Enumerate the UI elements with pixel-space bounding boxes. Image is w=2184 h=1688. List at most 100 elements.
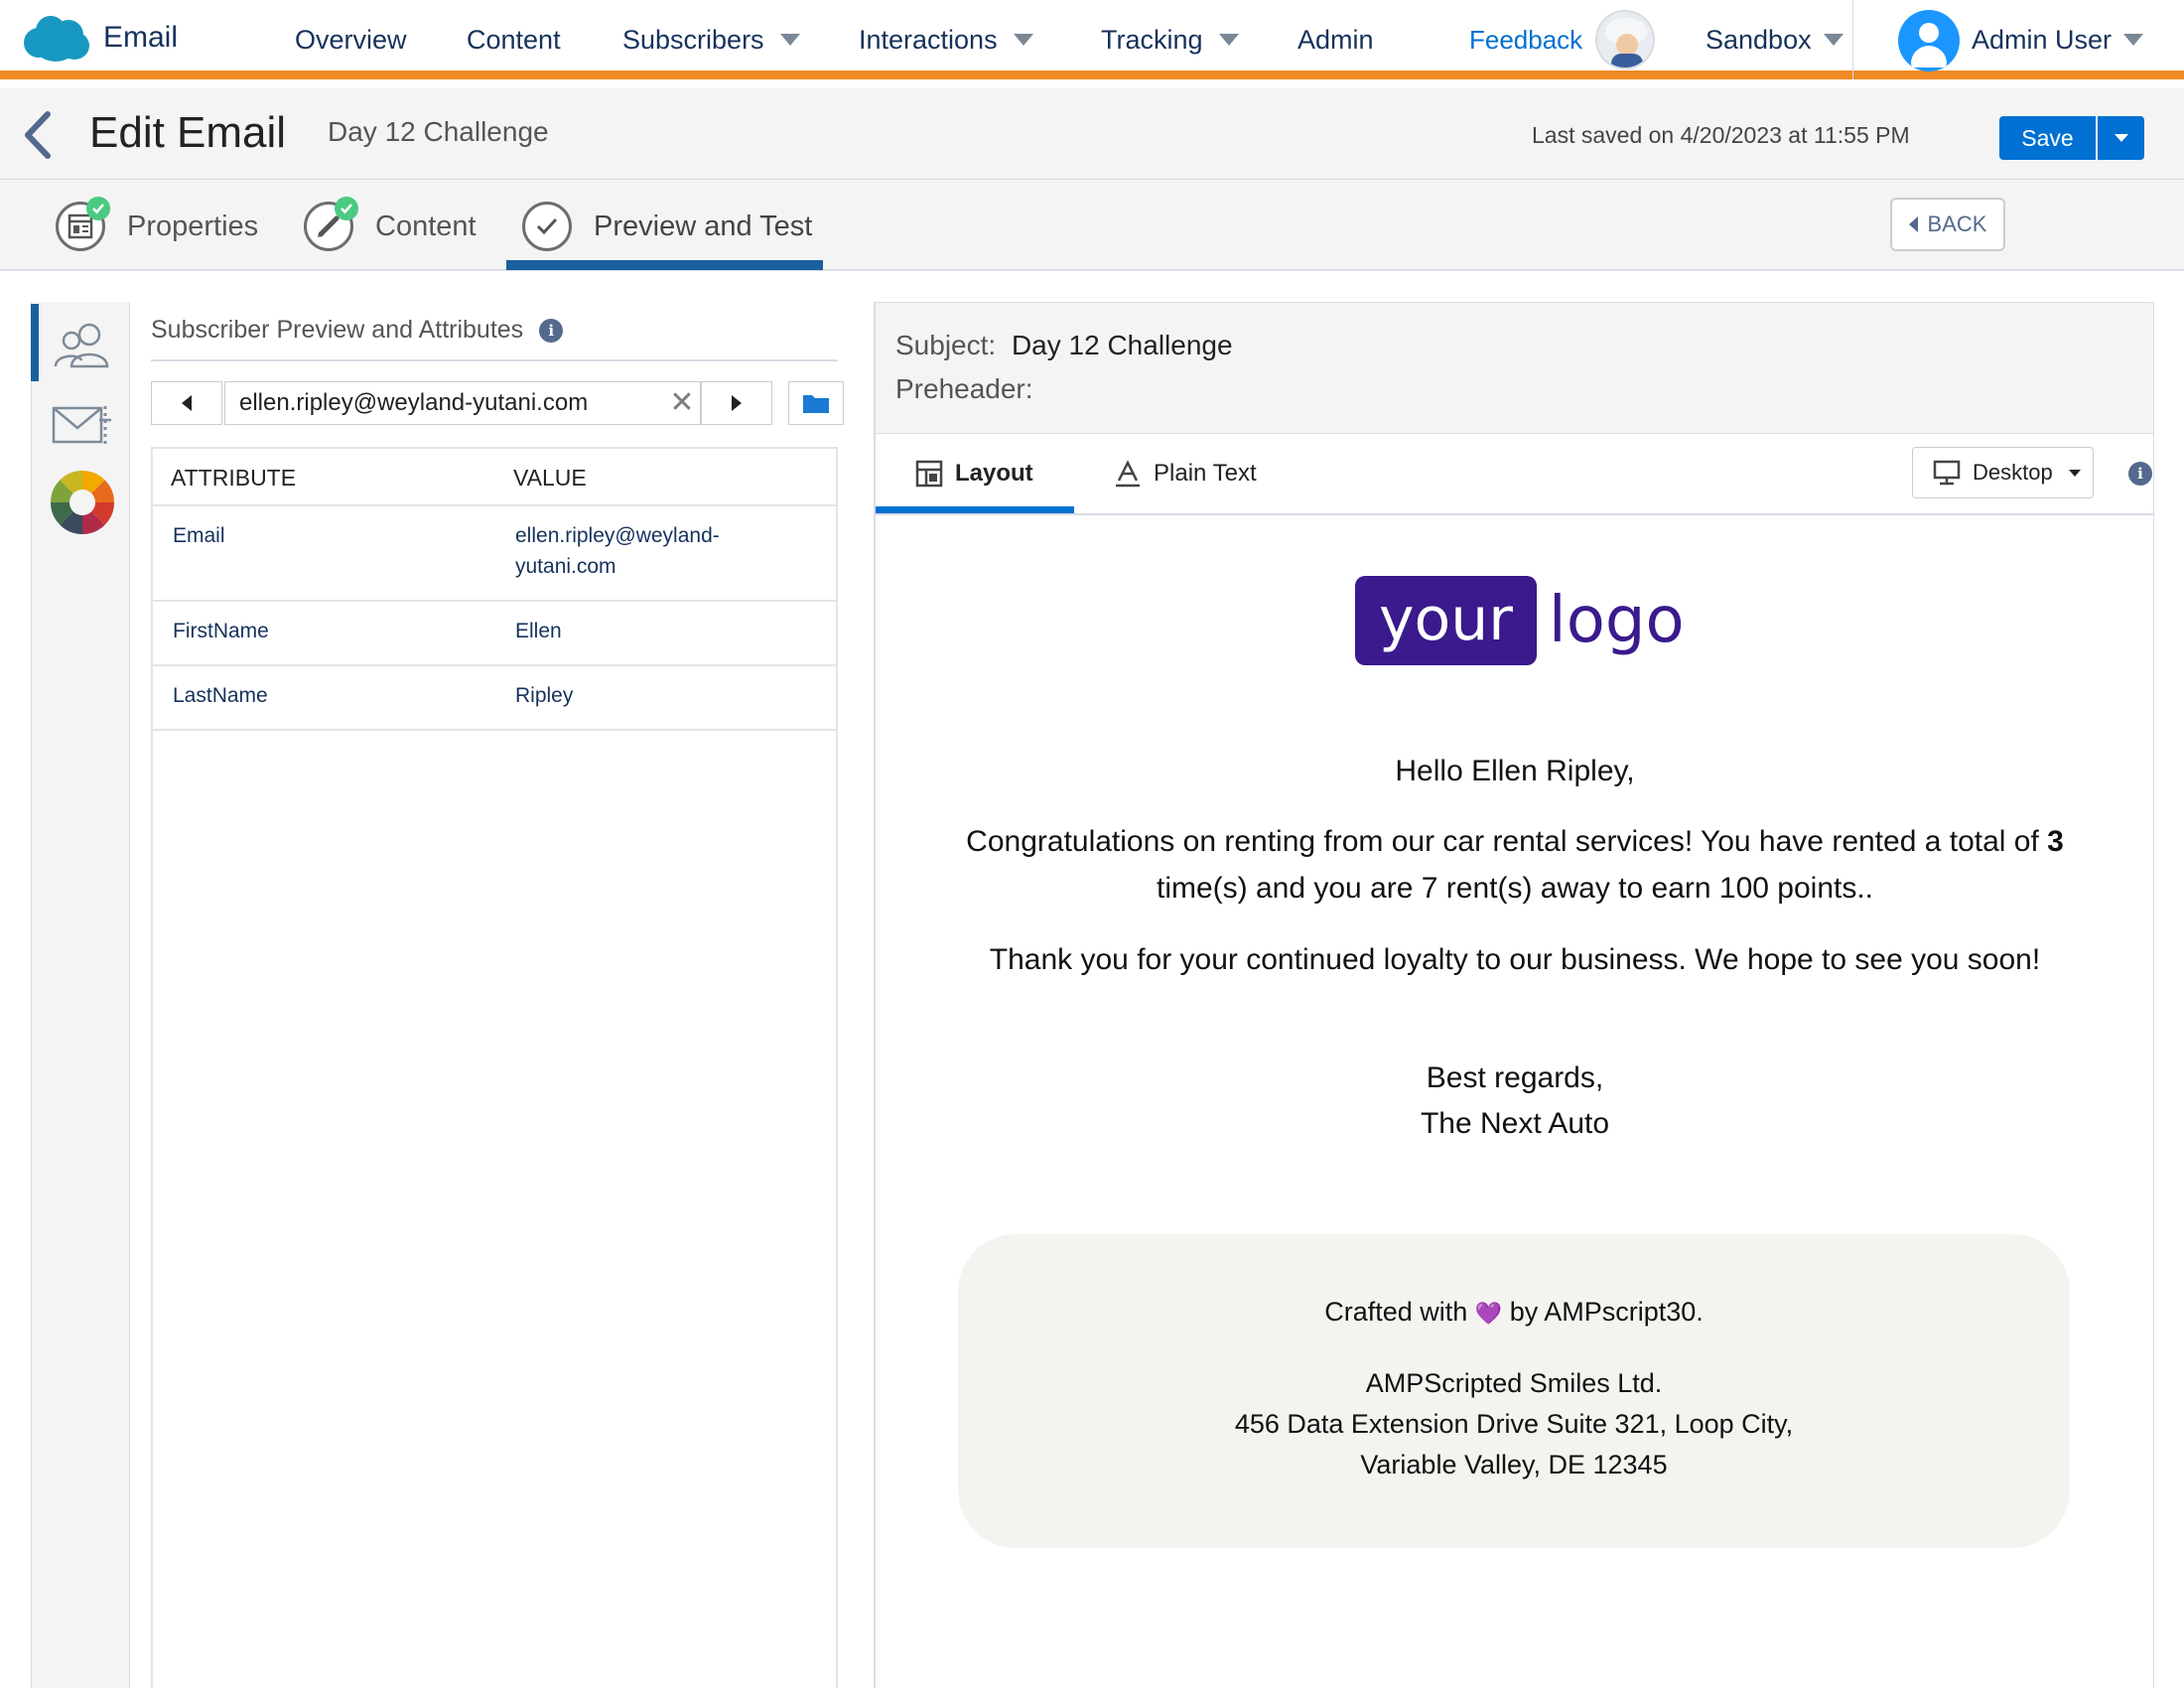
nav-subscribers-label: Subscribers	[622, 24, 764, 55]
email-paragraph-1: Congratulations on renting from our car …	[965, 818, 2065, 912]
email-test-icon[interactable]	[48, 393, 117, 457]
tab-properties-label: Properties	[127, 210, 259, 242]
back-chevron-icon[interactable]	[18, 110, 58, 160]
email-preview: your logo Hello Ellen Ripley, Congratula…	[876, 515, 2154, 1688]
business-unit-label: Sandbox	[1706, 24, 1812, 55]
nav-divider	[1852, 0, 1853, 79]
caret-left-icon	[182, 395, 192, 411]
check-icon	[86, 197, 110, 220]
chevron-down-icon	[1823, 34, 1843, 46]
device-select[interactable]: Desktop	[1912, 447, 2094, 498]
table-row: FirstName Ellen	[153, 602, 836, 666]
tab-properties[interactable]: Properties	[56, 197, 259, 252]
desktop-icon	[1933, 460, 1961, 486]
footer-address-line-1: 456 Data Extension Drive Suite 321, Loop…	[1234, 1409, 1794, 1439]
nav-subscribers[interactable]: Subscribers	[622, 22, 800, 58]
save-options-button[interactable]	[2098, 116, 2144, 160]
table-row: Email ellen.ripley@weyland-yutani.com	[153, 506, 836, 602]
attribute-name: Email	[173, 524, 225, 547]
nav-admin-label: Admin	[1297, 24, 1374, 55]
info-icon[interactable]: i	[539, 318, 564, 343]
chevron-down-icon	[779, 34, 800, 46]
subscriber-search-input[interactable]	[224, 381, 701, 425]
email-footer: Crafted with 💜 by AMPscript30. AMPScript…	[958, 1234, 2070, 1548]
page-title: Edit Email	[89, 108, 287, 157]
logo-text: logo	[1548, 584, 1685, 657]
step-tabs: Properties Content Preview and Test BACK	[0, 181, 2184, 271]
chevron-down-icon	[1013, 34, 1033, 46]
email-name: Day 12 Challenge	[328, 116, 549, 147]
footer-address-line-2: Variable Valley, DE 12345	[1360, 1450, 1668, 1479]
previous-subscriber-button[interactable]	[151, 381, 222, 425]
panel-divider	[151, 359, 838, 361]
clear-icon[interactable]: ✕	[669, 387, 695, 419]
feedback-link[interactable]: Feedback	[1469, 22, 1582, 58]
email-signature: The Next Auto	[1420, 1107, 1610, 1140]
paragraph-1-end: time(s) and you are 7 rent(s) away to ea…	[1156, 872, 1874, 905]
info-icon[interactable]: i	[2128, 462, 2152, 486]
user-menu[interactable]: Admin User	[1972, 22, 2144, 58]
layout-icon	[915, 460, 943, 488]
rail-active-indicator	[31, 304, 39, 381]
folder-icon	[803, 395, 829, 413]
email-signoff: Best regards,	[1426, 1061, 1604, 1094]
chevron-down-icon	[2123, 34, 2144, 46]
tab-layout[interactable]: Layout	[915, 454, 1033, 493]
table-row: LastName Ripley	[153, 666, 836, 731]
nav-overview[interactable]: Overview	[295, 22, 407, 58]
back-button[interactable]: BACK	[1890, 198, 2005, 251]
email-meta: Subject: Day 12 Challenge Preheader:	[876, 302, 2154, 434]
tab-plain-text[interactable]: Plain Text	[1114, 454, 1257, 493]
check-icon	[335, 197, 358, 220]
preheader-label: Preheader:	[895, 373, 1033, 404]
pencil-icon	[304, 197, 358, 251]
footer-crafted-end: by AMPscript30.	[1502, 1297, 1704, 1327]
footer-crafted-start: Crafted with	[1324, 1297, 1475, 1327]
heart-icon: 💜	[1474, 1301, 1503, 1326]
app-brand[interactable]: Email	[24, 14, 178, 62]
next-subscriber-button[interactable]	[701, 381, 772, 425]
color-wheel-icon[interactable]	[48, 471, 117, 534]
einstein-avatar-icon[interactable]	[1595, 10, 1655, 70]
brand-logo: your logo	[1355, 576, 1685, 665]
nav-tracking[interactable]: Tracking	[1101, 22, 1239, 58]
chevron-down-icon	[2069, 470, 2081, 477]
app-name: Email	[103, 21, 179, 54]
footer-crafted: Crafted with 💜 by AMPscript30.	[958, 1292, 2070, 1334]
attribute-value: ellen.ripley@weyland-yutani.com	[515, 524, 720, 578]
subject-label: Subject:	[895, 330, 997, 360]
subject-value: Day 12 Challenge	[1011, 330, 1233, 360]
caret-left-icon	[1908, 216, 1918, 232]
tab-content-label: Content	[375, 210, 477, 242]
save-button[interactable]: Save	[1999, 116, 2096, 160]
tab-layout-label: Layout	[955, 460, 1033, 487]
nav-admin[interactable]: Admin	[1297, 22, 1374, 58]
subscribers-icon[interactable]	[48, 314, 117, 377]
active-tab-indicator	[876, 506, 1074, 513]
nav-interactions[interactable]: Interactions	[859, 22, 1033, 58]
checkmark-circle-icon	[522, 202, 572, 251]
tab-content[interactable]: Content	[304, 197, 477, 252]
email-greeting: Hello Ellen Ripley,	[1395, 755, 1635, 787]
column-attribute: ATTRIBUTE	[171, 465, 297, 491]
business-unit-switcher[interactable]: Sandbox	[1706, 22, 1843, 58]
subject-line: Subject: Day 12 Challenge	[895, 330, 1233, 361]
nav-content-label: Content	[467, 24, 561, 55]
nav-content[interactable]: Content	[467, 22, 561, 58]
user-name: Admin User	[1972, 24, 2113, 55]
browse-subscribers-button[interactable]	[788, 381, 844, 425]
active-tab-indicator	[506, 260, 823, 270]
user-avatar-icon[interactable]	[1898, 10, 1960, 71]
paragraph-1-start: Congratulations on renting from our car …	[966, 825, 2048, 858]
tab-plain-text-label: Plain Text	[1154, 460, 1257, 487]
tab-preview-and-test[interactable]: Preview and Test	[522, 201, 812, 252]
nav-overview-label: Overview	[295, 24, 407, 55]
logo-box-text: your	[1355, 576, 1537, 665]
text-format-icon	[1116, 460, 1140, 488]
attribute-value: Ripley	[515, 684, 574, 707]
back-button-label: BACK	[1927, 211, 1987, 236]
column-value: VALUE	[513, 465, 587, 491]
salesforce-cloud-icon	[24, 14, 89, 62]
email-paragraph-2: Thank you for your continued loyalty to …	[989, 943, 2041, 976]
table-header: ATTRIBUTE VALUE	[153, 449, 836, 506]
